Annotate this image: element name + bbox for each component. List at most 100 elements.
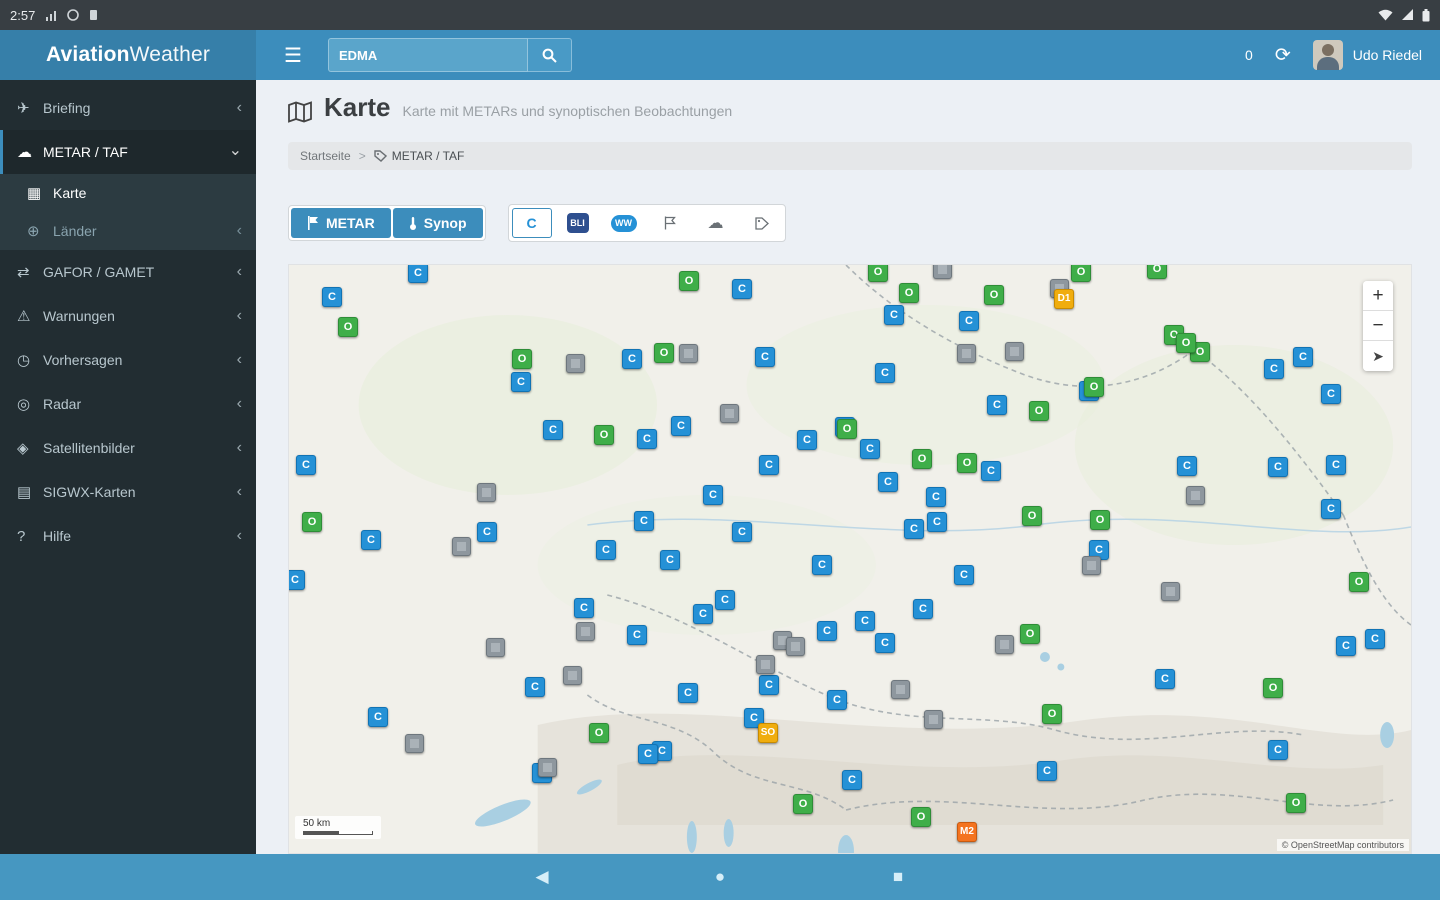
map-marker-c[interactable]: C <box>987 395 1007 415</box>
map-marker-c[interactable]: C <box>1177 456 1197 476</box>
map-marker-o[interactable]: O <box>1090 510 1110 530</box>
map-marker-c[interactable]: C <box>703 485 723 505</box>
map-marker-s[interactable] <box>720 404 739 423</box>
map-marker-o[interactable]: O <box>1084 377 1104 397</box>
map-marker-o[interactable]: O <box>1022 506 1042 526</box>
map-marker-s[interactable] <box>1161 582 1180 601</box>
map-marker-s[interactable] <box>566 354 585 373</box>
map-marker-s[interactable] <box>405 734 424 753</box>
zoom-out-button[interactable]: − <box>1363 311 1393 341</box>
map-marker-c[interactable]: C <box>904 519 924 539</box>
map-marker-o[interactable]: O <box>1286 793 1306 813</box>
metar-toggle-button[interactable]: METAR <box>291 208 391 238</box>
sidebar-item-briefing[interactable]: ✈Briefing‹ <box>0 86 256 130</box>
map-marker-o[interactable]: O <box>957 453 977 473</box>
map-marker-o[interactable]: O <box>1071 264 1091 282</box>
map-marker-o[interactable]: O <box>984 285 1004 305</box>
map-marker-c[interactable]: C <box>1365 629 1385 649</box>
map-marker-o[interactable]: O <box>868 264 888 282</box>
map-marker-c[interactable]: C <box>1336 636 1356 656</box>
map-marker-m2[interactable]: M2 <box>957 822 977 842</box>
map-marker-c[interactable]: C <box>361 530 381 550</box>
map-marker-c[interactable]: C <box>1321 384 1341 404</box>
map-marker-c[interactable]: C <box>634 511 654 531</box>
map-marker-c[interactable]: C <box>842 770 862 790</box>
layer-toggle-metar-c[interactable]: C <box>512 208 552 238</box>
map-marker-c[interactable]: C <box>368 707 388 727</box>
map-marker-s[interactable] <box>891 680 910 699</box>
map-marker-c[interactable]: C <box>855 611 875 631</box>
sidebar-item-sigwx-karten[interactable]: ▤SIGWX-Karten‹ <box>0 470 256 514</box>
sidebar-item-laender[interactable]: ⊕Länder‹ <box>0 212 256 250</box>
layer-toggle-tag[interactable] <box>742 208 782 238</box>
map-marker-c[interactable]: C <box>812 555 832 575</box>
map-marker-c[interactable]: C <box>408 264 428 283</box>
map-marker-s[interactable] <box>924 710 943 729</box>
notification-count[interactable]: 0 <box>1245 47 1253 63</box>
map-marker-s[interactable] <box>452 537 471 556</box>
map-marker-s[interactable] <box>563 666 582 685</box>
map-marker-c[interactable]: C <box>574 598 594 618</box>
map-marker-o[interactable]: O <box>1020 624 1040 644</box>
map-marker-c[interactable]: C <box>755 347 775 367</box>
map-marker-c[interactable]: C <box>596 540 616 560</box>
map-marker-s[interactable] <box>1082 556 1101 575</box>
map-marker-c[interactable]: C <box>627 625 647 645</box>
map-marker-c[interactable]: C <box>981 461 1001 481</box>
map-marker-s[interactable] <box>756 655 775 674</box>
map-marker-c[interactable]: C <box>827 690 847 710</box>
map-marker-o[interactable]: O <box>338 317 358 337</box>
map-marker-o[interactable]: O <box>1029 401 1049 421</box>
map-marker-c[interactable]: C <box>797 430 817 450</box>
map-marker-c[interactable]: C <box>543 420 563 440</box>
map-marker-c[interactable]: C <box>1264 359 1284 379</box>
map-marker-o[interactable]: O <box>594 425 614 445</box>
map-marker-c[interactable]: C <box>926 487 946 507</box>
layer-toggle-flag[interactable] <box>650 208 690 238</box>
map-marker-c[interactable]: C <box>693 604 713 624</box>
layer-toggle-bli[interactable]: BLI <box>558 208 598 238</box>
map-marker-c[interactable]: C <box>913 599 933 619</box>
map-marker-c[interactable]: C <box>1293 347 1313 367</box>
map-marker-c[interactable]: C <box>622 349 642 369</box>
map-marker-o[interactable]: O <box>1263 678 1283 698</box>
map-marker-c[interactable]: C <box>1037 761 1057 781</box>
map-marker-c[interactable]: C <box>817 621 837 641</box>
sidebar-item-vorhersagen[interactable]: ◷Vorhersagen‹ <box>0 338 256 382</box>
map-marker-o[interactable]: O <box>654 343 674 363</box>
map-marker-o[interactable]: O <box>1349 572 1369 592</box>
map-marker-s[interactable] <box>995 635 1014 654</box>
map-marker-s[interactable] <box>486 638 505 657</box>
layer-toggle-ww[interactable]: WW <box>604 208 644 238</box>
map-marker-s[interactable] <box>576 622 595 641</box>
map-marker-o[interactable]: O <box>912 449 932 469</box>
map-marker-s[interactable] <box>957 344 976 363</box>
map-marker-s[interactable] <box>1005 342 1024 361</box>
map-marker-c[interactable]: C <box>1321 499 1341 519</box>
sidebar-item-radar[interactable]: ◎Radar‹ <box>0 382 256 426</box>
user-menu[interactable]: Udo Riedel <box>1313 40 1422 70</box>
map-marker-c[interactable]: C <box>878 472 898 492</box>
map-marker-c[interactable]: C <box>288 570 305 590</box>
refresh-icon[interactable]: ⟳ <box>1275 44 1291 67</box>
home-button[interactable]: ● <box>705 867 735 887</box>
map-marker-c[interactable]: C <box>477 522 497 542</box>
breadcrumb-home[interactable]: Startseite <box>300 149 351 163</box>
map-marker-o[interactable]: O <box>302 512 322 532</box>
map-marker-s[interactable] <box>786 637 805 656</box>
map-marker-c[interactable]: C <box>322 287 342 307</box>
sidebar-item-metar-taf[interactable]: ☁METAR / TAF⌄ <box>0 130 256 174</box>
map-marker-c[interactable]: C <box>637 429 657 449</box>
synop-toggle-button[interactable]: Synop <box>393 208 483 238</box>
map-marker-c[interactable]: C <box>927 512 947 532</box>
map-marker-s[interactable] <box>477 483 496 502</box>
map-marker-d1[interactable]: D1 <box>1054 289 1074 309</box>
map-marker-o[interactable]: O <box>589 723 609 743</box>
sidebar-item-warnungen[interactable]: ⚠Warnungen‹ <box>0 294 256 338</box>
map-marker-c[interactable]: C <box>875 633 895 653</box>
search-button[interactable] <box>528 38 572 72</box>
sidebar-item-hilfe[interactable]: ?Hilfe‹ <box>0 514 256 558</box>
map-marker-c[interactable]: C <box>525 677 545 697</box>
map-marker-o[interactable]: O <box>1147 264 1167 279</box>
map-marker-c[interactable]: C <box>959 311 979 331</box>
